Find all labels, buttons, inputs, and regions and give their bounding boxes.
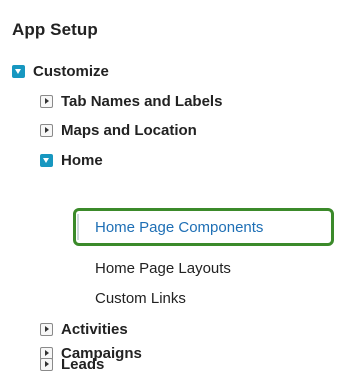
caret-right-icon[interactable]	[40, 94, 53, 108]
tree-label-customize: Customize	[33, 62, 109, 80]
tree-node-customize[interactable]: Customize	[12, 60, 109, 82]
tree-node-maps[interactable]: Maps and Location	[40, 119, 197, 141]
tree-label-maps: Maps and Location	[61, 121, 197, 139]
tree-node-home[interactable]: Home	[40, 149, 103, 171]
tree-link-custom-links[interactable]: Custom Links	[95, 287, 186, 309]
tree-node-activities[interactable]: Activities	[40, 318, 128, 340]
link-label-home-page-layouts: Home Page Layouts	[95, 259, 231, 277]
tree-label-tab-names: Tab Names and Labels	[61, 92, 223, 110]
setup-sidebar: App Setup Customize Tab Names and Labels…	[0, 0, 342, 373]
tree-node-leads[interactable]: Leads	[40, 353, 104, 375]
tree-label-home: Home	[61, 151, 103, 169]
tree-label-leads: Leads	[61, 355, 105, 373]
tree-label-activities: Activities	[61, 320, 128, 338]
caret-right-icon[interactable]	[40, 322, 53, 336]
tree-link-home-page-layouts[interactable]: Home Page Layouts	[95, 257, 231, 279]
tree-node-tab-names[interactable]: Tab Names and Labels	[40, 90, 222, 112]
caret-right-icon[interactable]	[40, 123, 53, 137]
highlight-callout-box	[73, 208, 334, 246]
caret-down-icon[interactable]	[12, 64, 25, 78]
section-title: App Setup	[12, 20, 98, 39]
link-label-custom-links: Custom Links	[95, 289, 186, 307]
caret-down-icon[interactable]	[40, 153, 53, 167]
